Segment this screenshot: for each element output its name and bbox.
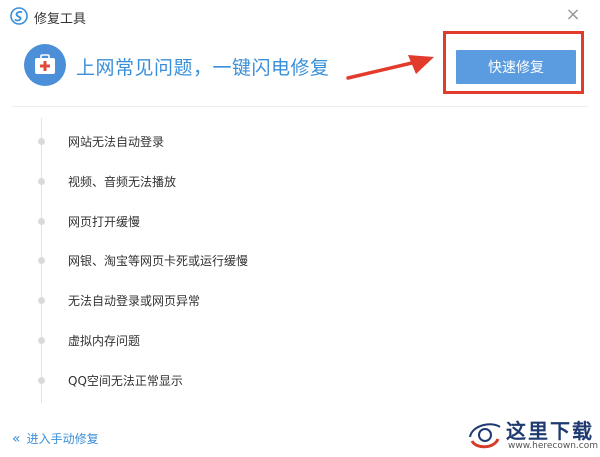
list-item: 视频、音频无法播放 bbox=[0, 170, 400, 194]
title-bar: 修复工具 × bbox=[0, 0, 600, 32]
window-title: 修复工具 bbox=[34, 12, 87, 27]
list-item: QQ空间无法正常显示 bbox=[0, 369, 400, 393]
bullet-dot bbox=[38, 377, 45, 384]
watermark-url: www.herecown.com bbox=[508, 441, 598, 451]
watermark-text: 这里下载 bbox=[506, 419, 594, 443]
red-arrow-icon bbox=[346, 55, 434, 80]
quick-repair-button[interactable]: 快速修复 bbox=[456, 50, 576, 84]
issue-list: 网站无法自动登录 视频、音频无法播放 网页打开缓慢 网银、淘宝等网页卡死或运行缓… bbox=[0, 118, 600, 408]
issue-label: 虚拟内存问题 bbox=[68, 334, 141, 348]
manual-repair-label: 进入手动修复 bbox=[26, 432, 99, 446]
double-chevron-left-icon: « bbox=[12, 431, 21, 447]
bullet-dot bbox=[38, 178, 45, 185]
list-item: 网页打开缓慢 bbox=[0, 210, 400, 234]
issue-label: 无法自动登录或网页异常 bbox=[68, 294, 201, 308]
bullet-dot bbox=[38, 218, 45, 225]
list-item: 虚拟内存问题 bbox=[0, 329, 400, 353]
bullet-dot bbox=[38, 257, 45, 264]
issue-label: 网站无法自动登录 bbox=[68, 135, 165, 149]
divider bbox=[12, 106, 588, 107]
browser-logo-icon bbox=[10, 7, 28, 25]
bullet-dot bbox=[38, 138, 45, 145]
close-button[interactable]: × bbox=[564, 6, 582, 24]
issue-label: 视频、音频无法播放 bbox=[68, 175, 177, 189]
issue-label: 网页打开缓慢 bbox=[68, 215, 141, 229]
watermark: 这里下载 www.herecown.com bbox=[462, 413, 598, 453]
headline: 上网常见问题，一键闪电修复 bbox=[76, 57, 330, 79]
bullet-dot bbox=[38, 297, 45, 304]
manual-repair-link[interactable]: « 进入手动修复 bbox=[12, 430, 99, 447]
issue-label: 网银、淘宝等网页卡死或运行缓慢 bbox=[68, 254, 249, 268]
list-item: 无法自动登录或网页异常 bbox=[0, 289, 400, 313]
list-item: 网站无法自动登录 bbox=[0, 130, 400, 154]
medical-kit-icon bbox=[24, 44, 66, 86]
issue-label: QQ空间无法正常显示 bbox=[68, 374, 183, 388]
bullet-dot bbox=[38, 337, 45, 344]
list-item: 网银、淘宝等网页卡死或运行缓慢 bbox=[0, 249, 400, 273]
watermark-logo-icon bbox=[469, 423, 501, 449]
